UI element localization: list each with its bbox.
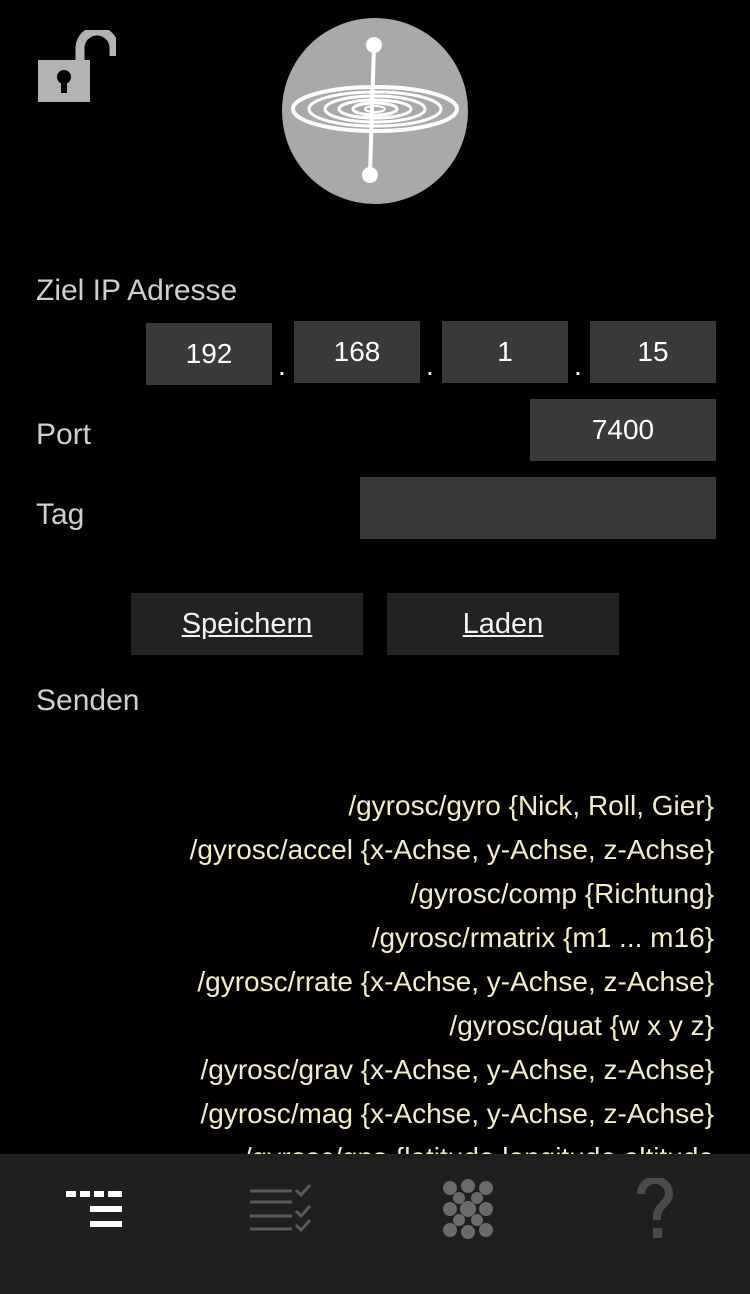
settings-lines-icon bbox=[65, 1191, 122, 1227]
app-logo bbox=[282, 18, 468, 204]
checklist-icon bbox=[249, 1183, 311, 1233]
port-field[interactable]: 7400 bbox=[530, 399, 716, 461]
list-item: /gyrosc/accel {x-Achse, y-Achse, z-Achse… bbox=[189, 834, 714, 865]
ip-separator: . bbox=[574, 350, 582, 381]
ip-octet-2-field[interactable]: 168 bbox=[294, 321, 420, 383]
tag-field[interactable] bbox=[360, 477, 716, 539]
ip-separator: . bbox=[426, 350, 434, 381]
send-heading: Senden bbox=[36, 684, 140, 717]
dots-grid-icon bbox=[442, 1179, 493, 1239]
port-label: Port bbox=[36, 418, 92, 451]
list-item: /gyrosc/grav {x-Achse, y-Achse, z-Achse} bbox=[200, 1054, 714, 1085]
list-item: /gyrosc/mag {x-Achse, y-Achse, z-Achse} bbox=[200, 1098, 714, 1129]
help-icon bbox=[636, 1178, 673, 1238]
ip-separator: . bbox=[278, 350, 286, 381]
tab-bar bbox=[0, 1154, 750, 1294]
list-item: /gyrosc/rrate {x-Achse, y-Achse, z-Achse… bbox=[197, 966, 714, 997]
tab-settings[interactable] bbox=[0, 1154, 187, 1264]
list-item: /gyrosc/comp {Richtung} bbox=[410, 878, 715, 909]
ip-octet-1-field[interactable]: 192 bbox=[146, 323, 272, 385]
tab-help[interactable] bbox=[561, 1154, 748, 1264]
save-button[interactable]: Speichern bbox=[131, 593, 363, 655]
list-item: /gyrosc/gyro {Nick, Roll, Gier} bbox=[348, 790, 714, 821]
ip-octet-4-field[interactable]: 15 bbox=[590, 321, 716, 383]
tag-label: Tag bbox=[36, 498, 85, 531]
tab-checklist[interactable] bbox=[187, 1154, 374, 1264]
tab-grid[interactable] bbox=[374, 1154, 561, 1264]
osc-address-list: /gyrosc/gyro {Nick, Roll, Gier} /gyrosc/… bbox=[14, 784, 714, 1154]
list-item: /gyrosc/quat {w x y z} bbox=[449, 1010, 714, 1041]
ip-octet-3-field[interactable]: 1 bbox=[442, 321, 568, 383]
address-list-viewport[interactable]: /gyrosc/gyro {Nick, Roll, Gier} /gyrosc/… bbox=[0, 784, 750, 1154]
unlock-icon[interactable] bbox=[36, 26, 119, 104]
ip-label: Ziel IP Adresse bbox=[36, 274, 238, 307]
list-item: /gyrosc/gps {latitude longitude altitude bbox=[14, 1136, 714, 1154]
list-item: /gyrosc/rmatrix {m1 ... m16} bbox=[371, 922, 714, 953]
load-button[interactable]: Laden bbox=[387, 593, 619, 655]
